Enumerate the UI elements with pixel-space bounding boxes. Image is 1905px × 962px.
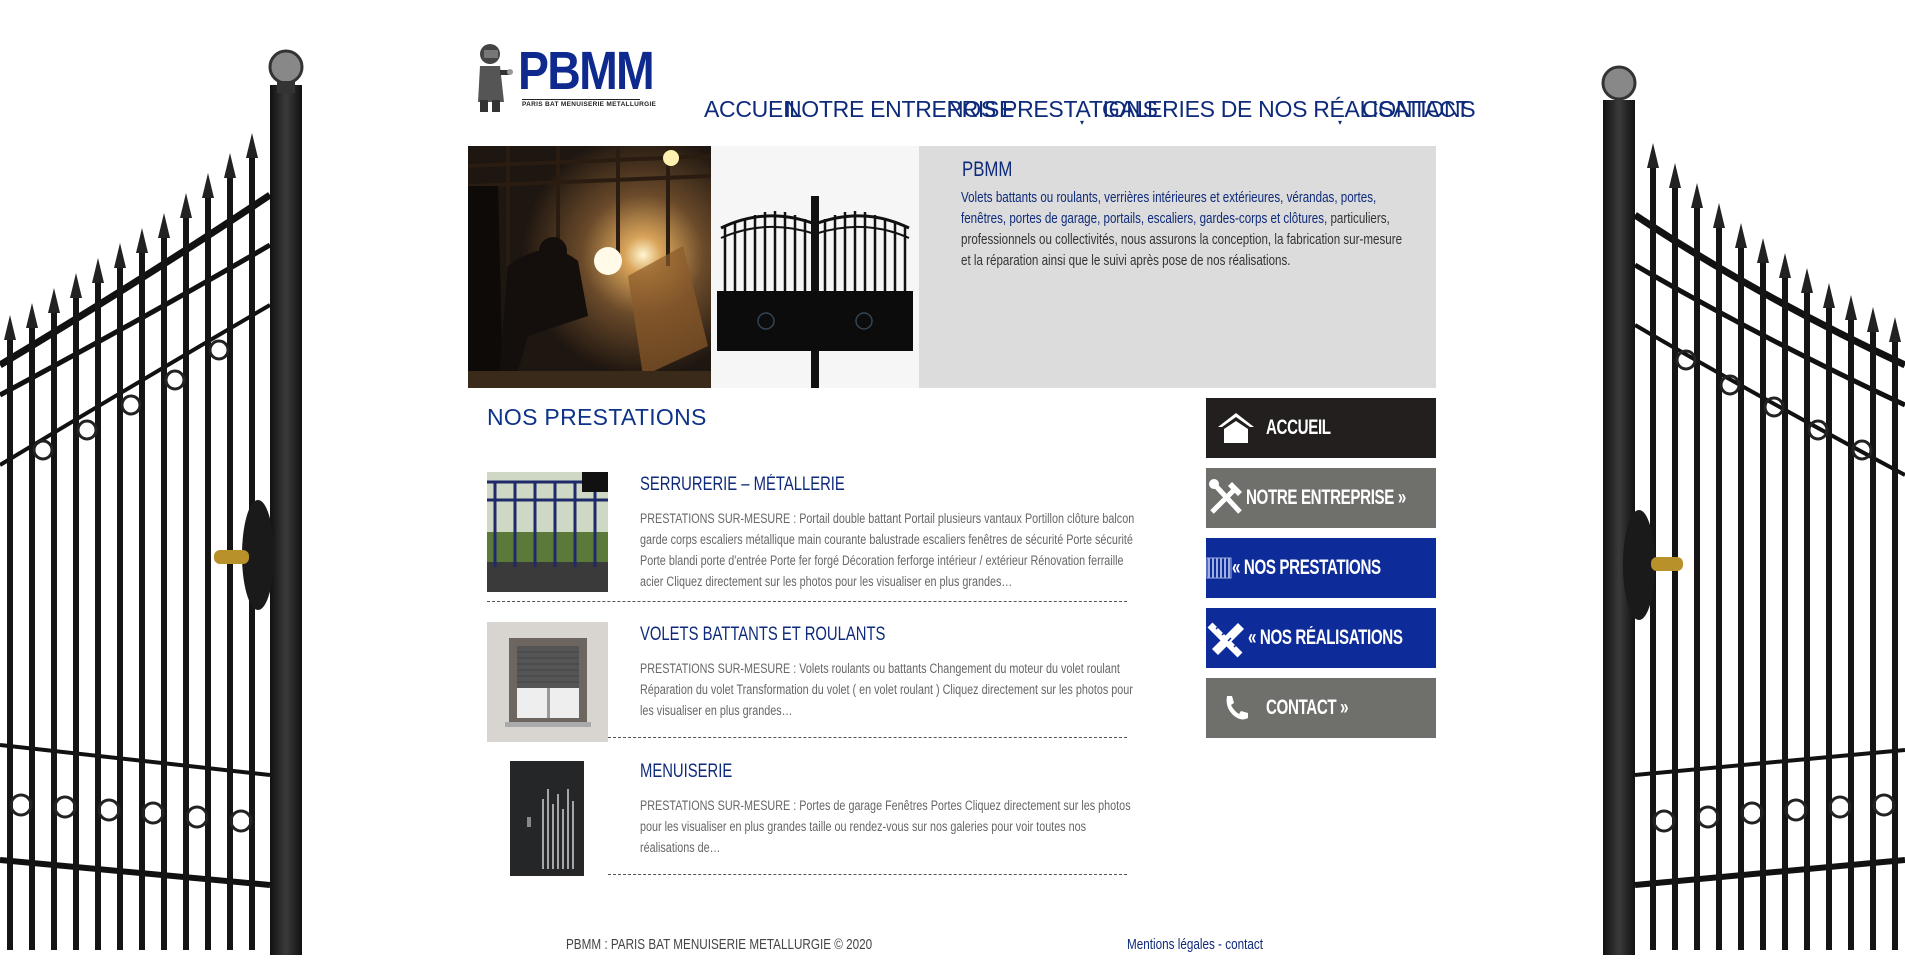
service-title[interactable]: MENUISERIE [640, 761, 732, 783]
site-logo[interactable]: PBMM PARIS BAT MENUISERIE METALLURGIE [474, 40, 657, 112]
banner-description: Volets battants ou roulants, verrières i… [961, 188, 1409, 272]
logo-subtitle: PARIS BAT MENUISERIE METALLURGIE [522, 99, 657, 108]
service-title[interactable]: SERRURERIE – MÉTALLERIE [640, 474, 845, 496]
service-description: PRESTATIONS SUR-MESURE : Portes de garag… [640, 798, 1131, 855]
sidebar-label: CONTACT » [1266, 696, 1349, 719]
service-description: PRESTATIONS SUR-MESURE : Volets roulants… [640, 661, 1133, 718]
tools-icon [1206, 468, 1246, 528]
footer-copyright: PBMM : PARIS BAT MENUISERIE METALLURGIE … [566, 936, 873, 953]
welder-figure-icon [478, 44, 513, 112]
service-item: MENUISERIE PRESTATIONS SUR-MESURE : Port… [487, 759, 1131, 889]
sidebar-label: NOTRE ENTREPRISE » [1246, 486, 1406, 509]
sidebar-entreprise-button[interactable]: NOTRE ENTREPRISE » [1206, 468, 1436, 528]
footer-separator: - [1214, 936, 1226, 953]
divider [487, 601, 1127, 602]
nav-label: CONTACT [1362, 96, 1470, 122]
home-icon [1206, 398, 1266, 458]
sidebar-label: ACCUEIL [1266, 416, 1331, 439]
gate-product-photo [711, 146, 919, 396]
sidebar-prestations-button[interactable]: « NOS PRESTATIONS [1206, 538, 1436, 598]
welder-photo [468, 146, 711, 388]
sidebar-label: « NOS PRESTATIONS [1232, 556, 1381, 579]
service-thumbnail[interactable] [487, 622, 608, 742]
nav-contact[interactable]: CONTACT [1352, 96, 1479, 126]
dropdown-caret-icon: ▾ [1338, 118, 1343, 127]
sidebar-realisations-button[interactable]: « NOS RÉALISATIONS [1206, 608, 1436, 668]
phone-icon [1206, 678, 1266, 738]
contact-link[interactable]: contact [1225, 936, 1263, 953]
service-item: SERRURERIE – MÉTALLERIE PRESTATIONS SUR-… [487, 472, 1134, 602]
dropdown-caret-icon: ▾ [1080, 118, 1085, 127]
logo-text: PBMM [518, 41, 655, 101]
footer-links: Mentions légales - contact [1127, 936, 1263, 953]
right-gate-image [1595, 45, 1905, 955]
sidebar-accueil-button[interactable]: ACCUEIL [1206, 398, 1436, 458]
service-item: VOLETS BATTANTS ET ROULANTS PRESTATIONS … [487, 622, 1133, 752]
hero-banner: PBMM Volets battants ou roulants, verriè… [468, 146, 1436, 396]
divider [608, 737, 1127, 738]
banner-title: PBMM [962, 158, 1013, 181]
barcode-icon [1206, 538, 1232, 598]
service-title[interactable]: VOLETS BATTANTS ET ROULANTS [640, 624, 885, 646]
sidebar-contact-button[interactable]: CONTACT » [1206, 678, 1436, 738]
page-title: NOS PRESTATIONS [487, 404, 707, 430]
sidebar-label: « NOS RÉALISATIONS [1248, 626, 1403, 649]
divider [608, 874, 1127, 875]
left-gate-image [0, 45, 310, 955]
pencil-ruler-icon [1206, 608, 1248, 668]
legal-notice-link[interactable]: Mentions légales [1127, 936, 1215, 953]
service-thumbnail[interactable] [487, 759, 608, 879]
service-description: PRESTATIONS SUR-MESURE : Portail double … [640, 511, 1135, 589]
banner-highlight: Volets battants ou roulants, verrières i… [961, 190, 1377, 227]
service-thumbnail[interactable] [487, 472, 608, 592]
